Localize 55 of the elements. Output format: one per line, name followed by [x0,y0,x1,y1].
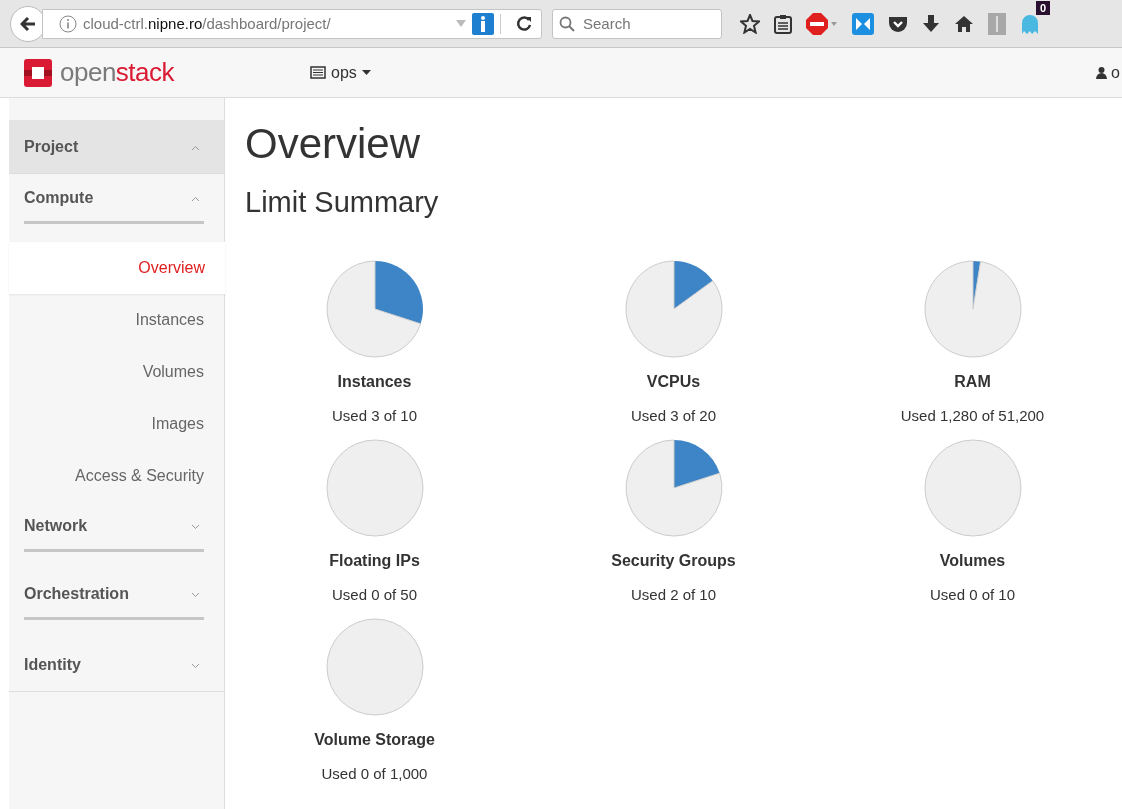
quota-usage: Used 0 of 50 [331,586,418,603]
clipboard-icon[interactable] [774,13,792,34]
url-text: cloud-ctrl.nipne.ro/dashboard/project/ [83,15,332,32]
sidebar-group-header[interactable]: Orchestration [24,570,204,620]
chevron-up-icon [191,144,200,151]
section-title: Limit Summary [245,186,440,219]
quota-name: RAM [954,373,991,391]
used-slice [673,261,713,309]
ghost-icon[interactable] [1020,12,1040,35]
notification-badge: 0 [1035,0,1050,15]
quota-usage: Used 2 of 10 [630,586,717,603]
reload-icon[interactable] [515,14,533,33]
chevron-up-icon [191,195,200,202]
search-input[interactable]: Search [581,14,705,33]
quota-usage: Used 0 of 1,000 [321,765,428,782]
quota-usage: Used 3 of 20 [630,407,717,424]
sidebar-group-header[interactable]: Compute [24,174,204,224]
list-icon [310,66,326,79]
quota-usage: Used 1,280 of 51,200 [900,407,1045,424]
logo-text: openstack [60,57,175,88]
chevron-down-icon [191,662,200,669]
sidebar-item[interactable]: Instances [9,294,224,346]
user-icon[interactable] [1096,66,1108,79]
quota-name: VCPUs [646,373,701,391]
search-field[interactable]: Search [552,8,722,39]
quota-name: Volumes [939,552,1006,570]
quota-name: Floating IPs [329,552,420,570]
star-icon[interactable] [740,13,760,34]
used-slice [673,440,720,488]
home-icon[interactable] [954,14,974,33]
info-icon[interactable] [59,14,77,33]
quota-usage: Used 0 of 10 [929,586,1016,603]
butterfly-icon[interactable] [852,12,874,35]
used-slice [374,261,423,324]
search-icon [559,15,575,32]
sidebar-item[interactable]: Access & Security [9,450,224,502]
sidebar-group-header[interactable]: Network [24,502,204,552]
sidebar-item[interactable]: Images [9,398,224,450]
quota-name: Volume Storage [314,731,435,749]
chevron-down-icon [191,523,200,530]
arrow-left-icon [20,16,36,31]
sidebar-item[interactable]: Volumes [9,346,224,398]
quota-name: Instances [337,373,412,391]
project-dropdown[interactable]: ops [310,63,371,82]
chevron-down-icon [191,591,200,598]
sidebar-panel-header[interactable]: Project [9,120,224,174]
quota-usage: Used 3 of 10 [331,407,418,424]
address-bar[interactable]: cloud-ctrl.nipne.ro/dashboard/project/ [42,8,542,39]
download-icon[interactable] [922,13,940,34]
user-name[interactable]: o [1111,63,1120,82]
sidebar-item[interactable]: Overview [9,242,225,294]
page-title: Overview [245,120,422,168]
logo-icon [24,58,52,87]
quota-name: Security Groups [611,552,736,570]
caret-icon [361,69,371,76]
